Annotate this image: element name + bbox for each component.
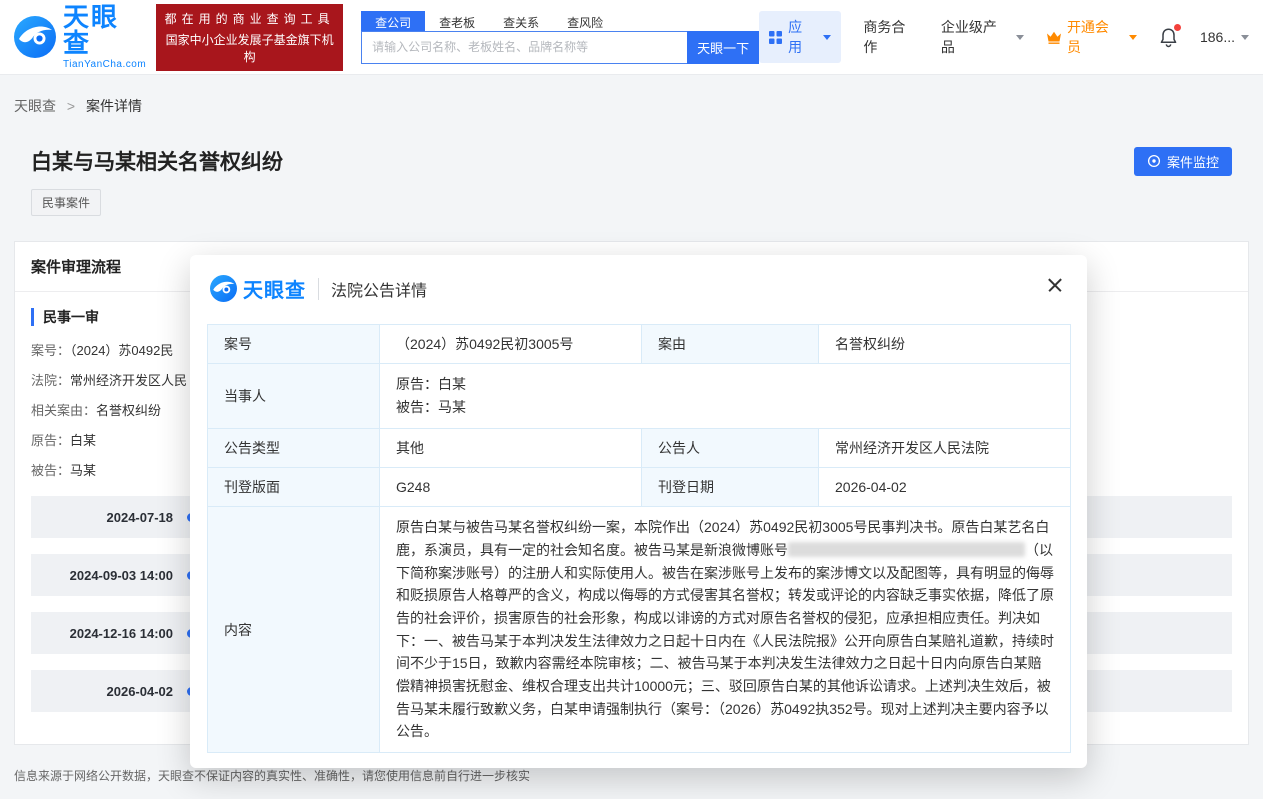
- breadcrumb: 天眼查 > 案件详情: [0, 75, 1263, 116]
- party-value: 原告：白某 被告：马某: [380, 364, 1071, 429]
- timeline-date: 2024-09-03 14:00: [31, 568, 173, 583]
- content-label: 内容: [208, 507, 380, 753]
- monitor-icon: [1147, 154, 1161, 168]
- modal-divider: [318, 278, 319, 300]
- publish-page-value: G248: [380, 468, 642, 507]
- plaintiff-line: 原告：白某: [396, 373, 1054, 396]
- case-monitor-button[interactable]: 案件监控: [1134, 147, 1232, 176]
- search-block: 查公司 查老板 查关系 查风险 天眼一下: [361, 11, 759, 64]
- case-type-tag: 民事案件: [31, 189, 101, 216]
- cause-value: 名誉权纠纷: [819, 325, 1071, 364]
- table-row: 内容 原告白某与被告马某名誉权纠纷一案，本院作出（2024）苏0492民初300…: [208, 507, 1071, 753]
- content-text-after: （以下简称案涉账号）的注册人和实际使用人。被告在案涉账号上发布的案涉博文以及配图…: [396, 542, 1054, 739]
- enterprise-products-label: 企业级产品: [941, 17, 1010, 57]
- publish-page-label: 刊登版面: [208, 468, 380, 507]
- cause-label: 案由: [642, 325, 819, 364]
- chevron-down-icon: [1241, 35, 1249, 40]
- tab-search-risk[interactable]: 查风险: [553, 11, 617, 31]
- promo-line1: 都在用的商业查询工具: [164, 10, 335, 27]
- field-label: 原告：: [31, 433, 70, 448]
- apps-menu[interactable]: 应用: [759, 11, 841, 63]
- open-vip-label: 开通会员: [1067, 17, 1122, 57]
- redacted-account-name: [788, 542, 1025, 557]
- breadcrumb-separator: >: [67, 98, 75, 114]
- announcer-value: 常州经济开发区人民法院: [819, 429, 1071, 468]
- tianyancha-logo[interactable]: 天眼查 TianYanCha.com: [14, 4, 146, 70]
- notifications-bell[interactable]: [1159, 27, 1178, 48]
- table-row: 案号 （2024）苏0492民初3005号 案由 名誉权纠纷: [208, 325, 1071, 364]
- notification-dot: [1174, 24, 1181, 31]
- announcement-type-value: 其他: [380, 429, 642, 468]
- search-input[interactable]: [361, 31, 687, 64]
- menu-open-vip[interactable]: 开通会员: [1046, 17, 1137, 57]
- timeline-date: 2024-12-16 14:00: [31, 626, 173, 641]
- tianyancha-eye-icon: [210, 275, 237, 302]
- timeline-date: 2026-04-02: [31, 684, 173, 699]
- account-label: 186...: [1200, 29, 1235, 45]
- case-no-label: 案号: [208, 325, 380, 364]
- search-row: 天眼一下: [361, 31, 759, 64]
- table-row: 当事人 原告：白某 被告：马某: [208, 364, 1071, 429]
- timeline-date: 2024-07-18: [31, 510, 173, 525]
- menu-business-cooperation[interactable]: 商务合作: [863, 17, 918, 57]
- promo-line2: 国家中小企业发展子基金旗下机构: [164, 31, 335, 65]
- case-header-row: 白某与马某相关名誉权纠纷 案件监控: [14, 146, 1249, 176]
- field-label: 相关案由：: [31, 403, 96, 418]
- court-announcement-modal: 天眼查 法院公告详情 案号 （2024）苏0492民初3005号 案由 名誉权纠…: [190, 255, 1087, 768]
- announcement-detail-table: 案号 （2024）苏0492民初3005号 案由 名誉权纠纷 当事人 原告：白某…: [207, 324, 1071, 753]
- chevron-down-icon: [1016, 35, 1024, 40]
- apps-label: 应用: [788, 17, 815, 57]
- logo-text: 天眼查 TianYanCha.com: [63, 4, 146, 70]
- tab-search-boss[interactable]: 查老板: [425, 11, 489, 31]
- top-menu: 应用 商务合作 企业级产品 开通会员: [759, 11, 1249, 63]
- search-tabs: 查公司 查老板 查关系 查风险: [361, 11, 759, 31]
- field-label: 被告：: [31, 463, 70, 478]
- chevron-down-icon: [823, 35, 831, 40]
- announcer-label: 公告人: [642, 429, 819, 468]
- modal-header: 天眼查 法院公告详情: [190, 255, 1087, 316]
- logo-brand: 天眼查: [63, 4, 146, 56]
- field-value: 名誉权纠纷: [96, 403, 161, 418]
- breadcrumb-current: 案件详情: [86, 98, 142, 114]
- top-header: 天眼查 TianYanCha.com 都在用的商业查询工具 国家中小企业发展子基…: [0, 0, 1263, 75]
- promo-badge: 都在用的商业查询工具 国家中小企业发展子基金旗下机构: [156, 4, 343, 71]
- table-row: 公告类型 其他 公告人 常州经济开发区人民法院: [208, 429, 1071, 468]
- business-cooperation-label: 商务合作: [863, 17, 918, 57]
- case-no-value: （2024）苏0492民初3005号: [380, 325, 642, 364]
- field-value: 常州经济开发区人民: [70, 373, 187, 388]
- field-label: 案号：: [31, 343, 70, 358]
- page-title: 白某与马某相关名誉权纠纷: [31, 146, 283, 176]
- field-value: （2024）苏0492民: [70, 343, 173, 358]
- logo-domain: TianYanCha.com: [63, 60, 146, 70]
- account-menu[interactable]: 186...: [1200, 29, 1249, 45]
- tab-search-company[interactable]: 查公司: [361, 11, 425, 31]
- field-value: 马某: [70, 463, 96, 478]
- table-row: 刊登版面 G248 刊登日期 2026-04-02: [208, 468, 1071, 507]
- grid-icon: [769, 31, 782, 44]
- field-value: 白某: [70, 433, 96, 448]
- announcement-type-label: 公告类型: [208, 429, 380, 468]
- tab-search-relation[interactable]: 查关系: [489, 11, 553, 31]
- breadcrumb-home[interactable]: 天眼查: [14, 98, 56, 114]
- defendant-line: 被告：马某: [396, 396, 1054, 419]
- tianyancha-eye-icon: [14, 16, 56, 58]
- content-value: 原告白某与被告马某名誉权纠纷一案，本院作出（2024）苏0492民初3005号民…: [380, 507, 1071, 753]
- footer-disclaimer: 信息来源于网络公开数据，天眼查不保证内容的真实性、准确性，请您使用信息前自行进一…: [14, 767, 530, 784]
- chevron-down-icon: [1129, 35, 1137, 40]
- crown-icon: [1046, 31, 1062, 44]
- menu-enterprise-products[interactable]: 企业级产品: [941, 17, 1024, 57]
- publish-date-value: 2026-04-02: [819, 468, 1071, 507]
- case-monitor-label: 案件监控: [1167, 152, 1219, 171]
- publish-date-label: 刊登日期: [642, 468, 819, 507]
- field-label: 法院：: [31, 373, 70, 388]
- modal-logo-brand: 天眼查: [243, 274, 306, 303]
- party-label: 当事人: [208, 364, 380, 429]
- modal-title: 法院公告详情: [331, 277, 427, 301]
- search-button[interactable]: 天眼一下: [687, 31, 759, 64]
- close-icon[interactable]: [1043, 273, 1067, 297]
